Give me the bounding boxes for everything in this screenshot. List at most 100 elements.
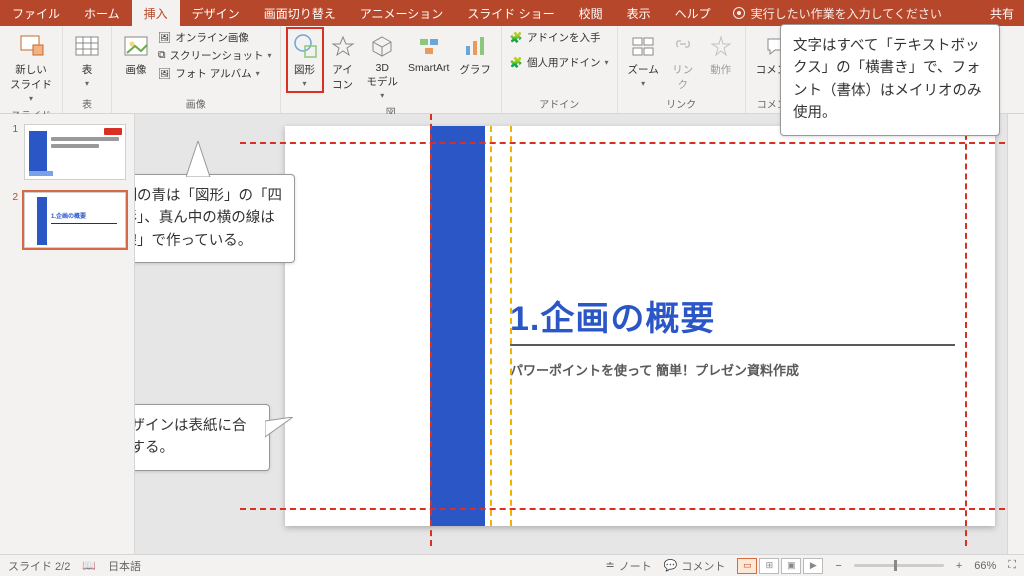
chart-button[interactable]: グラフ [457,30,493,79]
action-icon [707,32,735,60]
tab-transitions[interactable]: 画面切り替え [252,0,348,26]
callout-textbox-text: 文字はすべて「テキストボックス」の「横書き」で、フォント（書体）はメイリオのみ使… [793,38,982,121]
chart-label: グラフ [459,62,491,77]
zoom-out-button[interactable]: − [835,560,841,572]
vertical-scrollbar[interactable] [1007,114,1024,554]
screenshot-button[interactable]: ⧉ スクリーンショット▾ [158,48,272,63]
slide-subtitle[interactable]: パワーポイントを使って 簡単！プレゼン資料作成 [510,360,799,379]
status-language[interactable]: 日本語 [108,558,141,574]
smartart-label: SmartArt [408,62,449,74]
screenshot-label: スクリーンショット [170,48,264,63]
zoom-grid-icon [629,32,657,60]
slide-title[interactable]: 1.企画の概要 [510,291,715,340]
tab-view[interactable]: 表示 [615,0,663,26]
view-normal[interactable]: ▭ [737,558,757,574]
my-addins-icon: 🧩 [510,56,523,69]
chevron-down-icon: ▾ [267,51,271,60]
icons-button[interactable]: アイ コン [327,30,359,94]
slide-thumbnails: 1 2 1.企画の概要 [0,114,135,554]
callout-shapes: 左側の青は「図形」の「四角形」、真ん中の横の線は「線」で作っている。 [135,174,295,263]
thumb2-title: 1.企画の概要 [51,211,86,220]
thumb-number-1: 1 [8,124,18,180]
group-links-label: リンク [626,94,737,111]
action-button[interactable]: 動作 [705,30,737,79]
lightbulb-icon [733,7,745,19]
group-tables: 表 ▾ 表 [63,26,112,113]
tab-review[interactable]: 校閲 [567,0,615,26]
status-bar: スライド 2/2 📖 日本語 ≐ノート 💬コメント ▭ ⊞ ▣ ▶ − + 66… [0,554,1024,576]
tab-slideshow[interactable]: スライド ショー [455,0,566,26]
shapes-button[interactable]: 図形 ▾ [289,30,321,90]
guide-red-right [965,114,967,546]
tab-home[interactable]: ホーム [72,0,132,26]
chevron-down-icon: ▾ [641,79,645,88]
group-illustrations: 図形 ▾ アイ コン 3D モデル ▾ SmartArt グラフ 図 [281,26,502,113]
table-label: 表 [82,62,93,77]
tab-file[interactable]: ファイル [0,0,72,26]
tell-me-label: 実行したい作業を入力してください [751,5,942,22]
tab-design[interactable]: デザイン [180,0,252,26]
group-links: ズーム ▾ リン ク 動作 リンク [618,26,746,113]
picture-icon [122,32,150,60]
notes-button[interactable]: ≐ノート [605,558,651,574]
thumb-slide-2[interactable]: 1.企画の概要 [24,192,126,248]
view-slideshow[interactable]: ▶ [803,558,823,574]
chevron-down-icon: ▾ [29,94,33,103]
image-button[interactable]: 画像 [120,30,152,79]
guide-yellow-1 [490,126,492,526]
callout-shapes-text: 左側の青は「図形」の「四角形」、真ん中の横の線は「線」で作っている。 [135,188,282,249]
spellcheck-icon[interactable]: 📖 [82,559,96,572]
chevron-down-icon: ▾ [380,91,384,100]
photo-album-button[interactable]: 🖼フォト アルバム▾ [158,66,272,81]
group-images-label: 画像 [120,94,272,111]
zoom-slider[interactable] [854,564,944,567]
slide-canvas-area[interactable]: 1.企画の概要 パワーポイントを使って 簡単！プレゼン資料作成 左側の青は「図形… [135,114,1007,554]
group-addins: 🧩アドインを入手 🧩個人用アドイン▾ アドイン [502,26,618,113]
get-addins-button[interactable]: 🧩 アドインを入手 [510,30,609,45]
screenshot-icon: ⧉ [158,49,166,62]
thumb-number-2: 2 [8,192,18,248]
callout-design: 基本的なデザインは表紙に合わせて作成する。 [135,404,270,471]
store-icon: 🧩 [510,31,523,44]
link-label: リン ク [672,62,693,92]
status-slide-number: スライド 2/2 [8,558,70,574]
my-addins-button[interactable]: 🧩個人用アドイン▾ [510,55,609,70]
icons-icon [329,32,357,60]
thumb-slide-1[interactable] [24,124,126,180]
tell-me[interactable]: 実行したい作業を入力してください [723,0,952,26]
3d-model-button[interactable]: 3D モデル ▾ [365,30,401,102]
action-label: 動作 [710,62,731,77]
slide-canvas[interactable]: 1.企画の概要 パワーポイントを使って 簡単！プレゼン資料作成 [285,126,995,526]
tab-help[interactable]: ヘルプ [663,0,723,26]
group-images: 画像 🖼オンライン画像 ⧉スクリーンショット▾ 🖼フォト アルバム▾ 画像 [112,26,281,113]
table-icon [73,32,101,60]
tab-animations[interactable]: アニメーション [348,0,456,26]
shapes-icon [291,32,319,60]
online-image-icon: 🖼 [158,31,171,44]
zoom-in-button[interactable]: + [956,560,962,572]
zoom-level[interactable]: 66% [974,560,996,572]
group-tables-label: 表 [71,94,103,111]
zoom-button[interactable]: ズーム ▾ [626,30,661,90]
table-button[interactable]: 表 ▾ [71,30,103,90]
link-button[interactable]: リン ク [667,30,699,94]
new-slide-label: 新しい スライド [10,62,52,92]
slide-divider-line[interactable] [510,344,955,346]
chevron-down-icon: ▾ [85,79,89,88]
slide-blue-rect[interactable] [430,126,485,526]
ribbon-tabs: ファイル ホーム 挿入 デザイン 画面切り替え アニメーション スライド ショー… [0,0,1024,26]
callout-textbox: 文字はすべて「テキストボックス」の「横書き」で、フォント（書体）はメイリオのみ使… [780,24,1000,136]
icons-label: アイ コン [332,62,353,92]
fit-to-window-button[interactable]: ⛶ [1008,559,1016,572]
view-reading[interactable]: ▣ [781,558,801,574]
view-sorter[interactable]: ⊞ [759,558,779,574]
tab-insert[interactable]: 挿入 [132,0,180,26]
chevron-down-icon: ▾ [256,69,260,78]
online-image-button[interactable]: 🖼オンライン画像 [158,30,272,45]
comments-pane-button[interactable]: 💬コメント [664,558,726,574]
share-button[interactable]: 共有 [980,0,1024,26]
get-addins-label: アドインを入手 [527,30,601,45]
new-slide-icon [17,32,45,60]
smartart-button[interactable]: SmartArt [406,30,451,76]
new-slide-button[interactable]: 新しい スライド ▾ [8,30,54,105]
